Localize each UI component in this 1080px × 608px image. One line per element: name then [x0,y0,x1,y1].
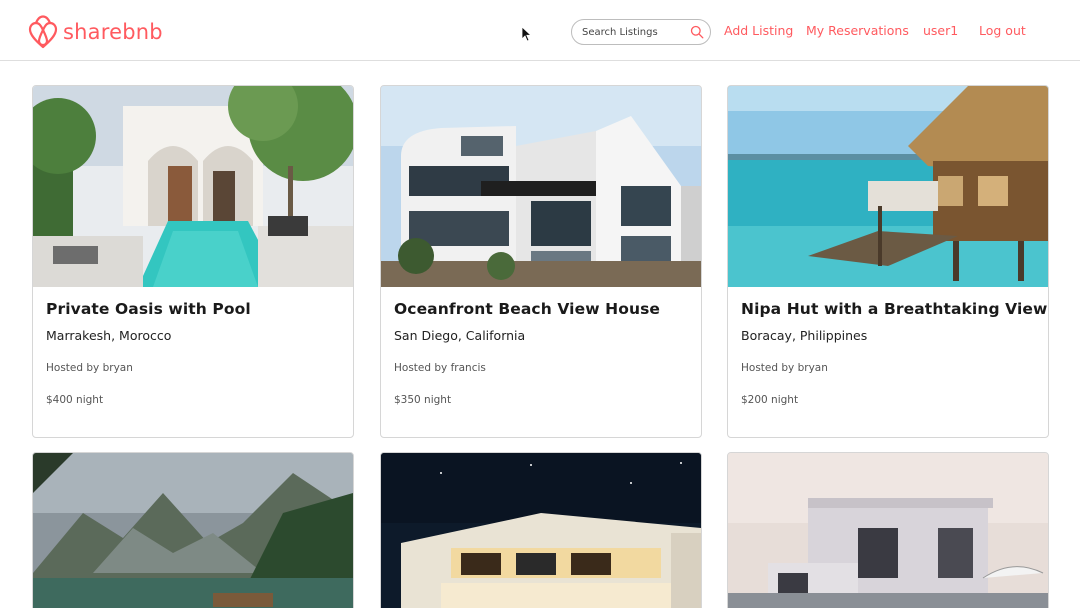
brand-name: sharebnb [63,20,163,44]
search-input[interactable] [582,24,686,41]
listing-card[interactable]: Private Oasis with Pool Marrakesh, Moroc… [32,85,354,438]
listing-title[interactable]: Nipa Hut with a Breathtaking View [741,300,1047,318]
listing-photo [728,453,1048,608]
logout-link[interactable]: Log out [979,23,1026,39]
search-icon[interactable] [690,25,704,39]
listing-card[interactable] [380,452,702,608]
listing-host: Hosted by bryan [46,362,133,374]
listing-host: Hosted by bryan [741,362,828,374]
listing-host: Hosted by francis [394,362,486,374]
listing-location: Marrakesh, Morocco [46,328,172,343]
listing-location: Boracay, Philippines [741,328,868,343]
listing-photo [33,453,353,608]
navbar: sharebnb Add Listing My Reservations use… [0,0,1080,61]
brand-home-link[interactable]: sharebnb [27,14,163,50]
listing-card[interactable] [32,452,354,608]
listing-location: San Diego, California [394,328,526,343]
listing-photo [728,86,1048,287]
listing-photo [381,86,701,287]
listing-card[interactable]: Nipa Hut with a Breathtaking View Boraca… [727,85,1049,438]
listing-price: $400 night [46,394,104,406]
airbnb-belo-icon [28,15,58,49]
search-box [571,19,711,45]
listing-price: $350 night [394,394,452,406]
listing-title[interactable]: Private Oasis with Pool [46,300,251,318]
my-reservations-link[interactable]: My Reservations [806,23,909,39]
listing-price: $200 night [741,394,799,406]
listing-title[interactable]: Oceanfront Beach View House [394,300,660,318]
mouse-cursor-icon [521,26,532,42]
add-listing-link[interactable]: Add Listing [724,23,793,39]
listing-photo [33,86,353,287]
listing-card[interactable] [727,452,1049,608]
listing-photo [381,453,701,608]
listing-card[interactable]: Oceanfront Beach View House San Diego, C… [380,85,702,438]
user-profile-link[interactable]: user1 [923,23,958,39]
